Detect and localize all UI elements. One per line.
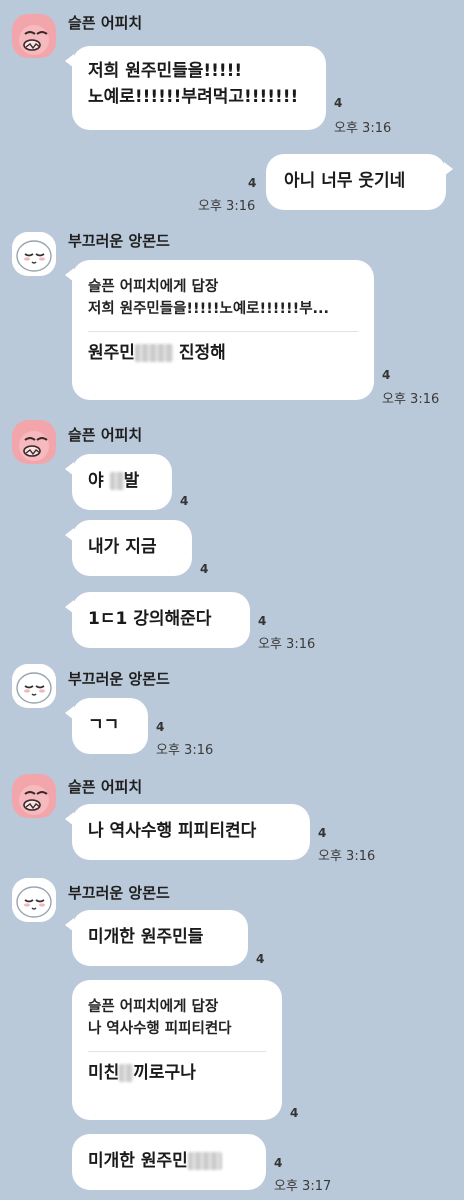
message-text: 아니 너무 웃기네 <box>284 171 406 191</box>
message-bubble[interactable]: 미개한 원주민들 <box>65 910 248 966</box>
unread-count: 4 <box>156 720 165 734</box>
message-time: 오후 3:16 <box>198 199 256 214</box>
unread-count: 4 <box>382 368 391 382</box>
almond-avatar-icon <box>12 878 56 922</box>
avatar-peach[interactable] <box>12 420 56 464</box>
message-time: 오후 3:16 <box>156 743 214 758</box>
avatar-peach[interactable] <box>12 14 56 58</box>
message-time: 오후 3:17 <box>274 1179 332 1194</box>
reply-divider <box>88 1050 266 1052</box>
unread-count: 4 <box>334 96 343 110</box>
message-text: 발 <box>123 471 140 491</box>
reply-message-bubble[interactable]: 슬픈 어피치에게 답장 나 역사수행 피피티켠다 미친 끼로구나 <box>72 980 282 1120</box>
unread-count: 4 <box>290 1106 299 1120</box>
message-text: 내가 지금 <box>88 537 157 557</box>
message-time: 오후 3:16 <box>318 849 376 864</box>
message-text: 나 역사수행 피피티켠다 <box>88 821 257 841</box>
censored-blur <box>187 1152 222 1170</box>
sender-name: 부끄러운 앙몬드 <box>68 670 170 688</box>
message-text: 진정해 <box>178 342 226 363</box>
unread-count: 4 <box>256 952 265 966</box>
message-time: 오후 3:16 <box>334 121 392 136</box>
reply-message-bubble[interactable]: 슬픈 어피치에게 답장 저희 원주민들을!!!!!노예로!!!!!!부... 원… <box>65 260 374 400</box>
sender-name: 슬픈 어피치 <box>68 14 143 32</box>
my-message-bubble[interactable]: 아니 너무 웃기네 <box>266 154 453 210</box>
message-bubble[interactable]: 저희 원주민들을!!!!! 노예로!!!!!!부려먹고!!!!!!! <box>65 46 326 130</box>
reply-quote: 저희 원주민들을!!!!!노예로!!!!!!부... <box>88 301 330 318</box>
reply-text: 미친 끼로구나 <box>88 1060 266 1086</box>
sender-name: 슬픈 어피치 <box>68 426 143 444</box>
message-text: 저희 원주민들을!!!!! <box>88 61 243 81</box>
unread-count: 4 <box>248 176 257 190</box>
censored-blur <box>134 343 173 362</box>
avatar-almond[interactable] <box>12 232 56 276</box>
avatar-peach[interactable] <box>12 774 56 818</box>
sender-name: 슬픈 어피치 <box>68 778 143 796</box>
message-bubble[interactable]: 1ㄷ1 강의해준다 <box>65 592 250 648</box>
unread-count: 4 <box>318 826 327 840</box>
reply-quote: 나 역사수행 피피티켠다 <box>88 1021 232 1038</box>
censored-blur <box>119 1063 134 1082</box>
message-text: 미개한 원주민들 <box>88 927 204 947</box>
message-text: 노예로!!!!!!부려먹고!!!!!!! <box>88 87 299 108</box>
reply-text: 원주민 진정해 <box>88 340 358 366</box>
message-bubble[interactable]: 나 역사수행 피피티켠다 <box>65 804 310 860</box>
message-text: 끼로구나 <box>133 1062 196 1083</box>
message-text: ㄱㄱ <box>88 715 120 735</box>
message-text: 야 <box>88 471 104 491</box>
almond-avatar-icon <box>12 232 56 276</box>
unread-count: 4 <box>274 1156 283 1170</box>
peach-avatar-icon <box>12 420 56 464</box>
message-bubble[interactable]: 야 발 <box>65 454 172 510</box>
message-text: 미친 <box>88 1062 120 1083</box>
peach-avatar-icon <box>12 774 56 818</box>
avatar-almond[interactable] <box>12 664 56 708</box>
censored-blur <box>109 472 124 490</box>
peach-avatar-icon <box>12 14 56 58</box>
message-bubble[interactable]: 내가 지금 <box>65 520 192 576</box>
unread-count: 4 <box>180 494 189 508</box>
message-text: 원주민 <box>88 342 135 363</box>
reply-divider <box>88 330 358 332</box>
sender-name: 부끄러운 앙몬드 <box>68 884 170 902</box>
message-text: 미개한 원주민 <box>88 1151 188 1171</box>
almond-avatar-icon <box>12 664 56 708</box>
sender-name: 부끄러운 앙몬드 <box>68 232 170 250</box>
reply-target: 슬픈 어피치에게 답장 <box>88 279 219 295</box>
message-bubble[interactable]: ㄱㄱ <box>65 698 148 754</box>
avatar-almond[interactable] <box>12 878 56 922</box>
message-time: 오후 3:16 <box>382 392 440 407</box>
message-bubble[interactable]: 미개한 원주민 <box>72 1134 266 1190</box>
unread-count: 4 <box>258 614 267 628</box>
message-time: 오후 3:16 <box>258 637 316 652</box>
reply-target: 슬픈 어피치에게 답장 <box>88 999 219 1015</box>
message-text: 1ㄷ1 강의해준다 <box>88 609 212 629</box>
unread-count: 4 <box>200 562 209 576</box>
